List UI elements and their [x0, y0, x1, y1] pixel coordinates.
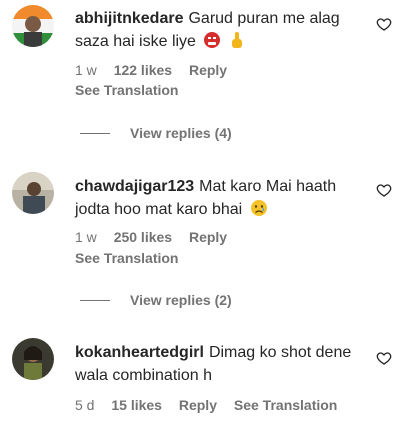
replies-divider [80, 299, 110, 301]
avatar[interactable] [12, 338, 54, 380]
username[interactable]: chawdajigar123 [75, 178, 194, 195]
middle-finger-emoji [229, 31, 245, 56]
likes-count[interactable]: 250 likes [114, 229, 172, 245]
comment-meta: 1 w 122 likes Reply [75, 62, 240, 78]
comment-meta: 1 w 250 likes Reply [75, 229, 240, 245]
comment-text: kokanheartedgirl Dimag ko shot dene wala … [75, 341, 360, 387]
see-translation-link[interactable]: See Translation [234, 397, 337, 413]
comment-meta: 5 d 15 likes Reply See Translation [75, 397, 350, 413]
comment-time: 1 w [75, 229, 97, 245]
sad-face-emoji [250, 199, 268, 224]
heart-icon[interactable] [376, 350, 392, 366]
view-replies-label: View replies (2) [130, 292, 232, 308]
view-replies-label: View replies (4) [130, 125, 232, 141]
likes-count[interactable]: 122 likes [114, 62, 172, 78]
replies-divider [80, 132, 110, 134]
avatar[interactable] [12, 172, 54, 214]
heart-icon[interactable] [376, 16, 392, 32]
comment-time: 5 d [75, 397, 95, 413]
see-translation-link[interactable]: See Translation [75, 82, 178, 98]
heart-icon[interactable] [376, 182, 392, 198]
username[interactable]: kokanheartedgirl [75, 344, 204, 361]
reply-button[interactable]: Reply [189, 229, 227, 245]
avatar[interactable] [12, 5, 54, 47]
angry-face-emoji [203, 31, 221, 56]
see-translation-link[interactable]: See Translation [75, 250, 178, 266]
view-replies-button[interactable]: View replies (2) [80, 292, 232, 308]
username[interactable]: abhijitnkedare [75, 10, 183, 27]
comment-text: chawdajigar123 Mat karo Mai haath jodta h… [75, 175, 360, 224]
reply-button[interactable]: Reply [179, 397, 217, 413]
view-replies-button[interactable]: View replies (4) [80, 125, 232, 141]
comment-time: 1 w [75, 62, 97, 78]
likes-count[interactable]: 15 likes [111, 397, 162, 413]
comment-text: abhijitnkedare Garud puran me alag saza h… [75, 7, 360, 56]
reply-button[interactable]: Reply [189, 62, 227, 78]
